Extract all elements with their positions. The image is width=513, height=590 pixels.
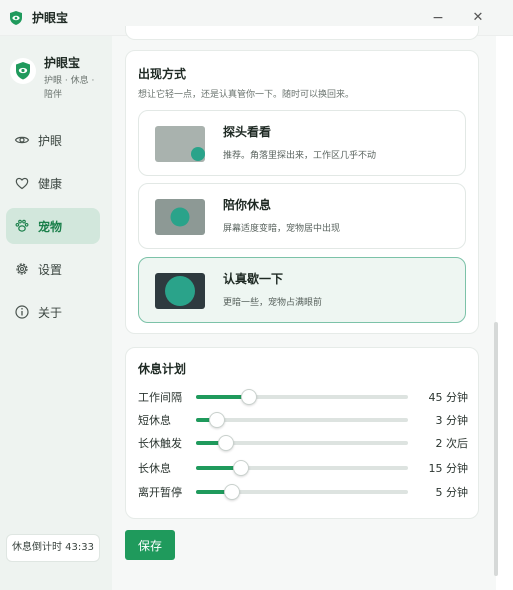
close-button[interactable]: ✕	[468, 8, 488, 28]
slider-handle[interactable]	[224, 484, 241, 500]
minimize-button[interactable]: −	[428, 8, 448, 28]
brand-name: 护眼宝	[44, 56, 81, 70]
save-button[interactable]: 保存	[125, 530, 175, 560]
plan-label: 离开暂停	[138, 486, 182, 499]
option-serious-break[interactable]: 认真歇一下 更暗一些，宠物占满眼前	[138, 257, 466, 323]
plan-row-long-break: 长休息 15 分钟	[138, 457, 468, 477]
plan-row-work-interval: 工作间隔 45 分钟	[138, 386, 468, 406]
option-title: 探头看看	[223, 125, 272, 139]
sidebar-item-about[interactable]: 关于	[6, 294, 100, 330]
option-desc: 屏幕适度变暗，宠物居中出现	[223, 224, 341, 234]
plan-label: 短休息	[138, 414, 171, 427]
option-desc: 推荐。角落里探出来，工作区几乎不动	[223, 151, 377, 161]
peek-preview-icon	[155, 126, 205, 162]
plan-value: 5 分钟	[435, 486, 469, 499]
plan-value: 3 分钟	[435, 414, 469, 427]
appearance-card: 出现方式 想让它轻一点，还是认真管你一下。随时可以换回来。 探头看看 推荐。角落…	[125, 50, 479, 334]
option-title: 陪你休息	[223, 198, 272, 212]
brand-tagline: 护眼 · 休息 · 陪伴	[44, 76, 95, 100]
plan-row-long-trigger: 长休触发 2 次后	[138, 432, 468, 452]
plan-label: 长休息	[138, 462, 171, 475]
scrollbar-thumb[interactable]	[494, 322, 498, 576]
scrollbar-track	[496, 36, 513, 590]
eye-icon	[14, 136, 30, 144]
plan-title: 休息计划	[138, 362, 187, 376]
app-logo-icon	[10, 10, 22, 25]
plan-row-away-pause: 离开暂停 5 分钟	[138, 481, 468, 501]
plan-value: 2 次后	[435, 437, 469, 450]
sidebar-item-settings[interactable]: 设置	[6, 251, 100, 287]
sidebar-item-eye-care[interactable]: 护眼	[6, 122, 100, 158]
sidebar-item-label: 关于	[38, 305, 63, 320]
brand-logo-icon	[10, 58, 36, 84]
sidebar-item-health[interactable]: 健康	[6, 165, 100, 201]
window-title: 护眼宝	[32, 11, 69, 25]
option-desc: 更暗一些，宠物占满眼前	[223, 298, 323, 308]
plan-label: 长休触发	[138, 437, 182, 450]
slider-track[interactable]	[196, 435, 408, 451]
option-rest-together[interactable]: 陪你休息 屏幕适度变暗，宠物居中出现	[138, 183, 466, 249]
brand: 护眼宝 护眼 · 休息 · 陪伴	[10, 54, 100, 102]
appearance-title: 出现方式	[138, 67, 187, 81]
slider-handle[interactable]	[232, 460, 249, 476]
plan-label: 工作间隔	[138, 391, 182, 404]
heart-icon	[15, 177, 29, 190]
sidebar-item-pet[interactable]: 宠物	[6, 208, 100, 244]
sidebar-item-label: 护眼	[38, 133, 63, 148]
slider-track[interactable]	[196, 412, 408, 428]
paw-icon	[15, 219, 29, 232]
plan-value: 15 分钟	[428, 462, 469, 475]
sidebar: 护眼宝 护眼 · 休息 · 陪伴 护眼 健康 宠物 设置 关于 休息倒计时 43…	[0, 36, 112, 590]
sidebar-item-label: 宠物	[38, 219, 63, 234]
slider-handle[interactable]	[217, 435, 234, 451]
option-peek[interactable]: 探头看看 推荐。角落里探出来，工作区几乎不动	[138, 110, 466, 176]
option-title: 认真歇一下	[223, 272, 284, 286]
plan-row-short-break: 短休息 3 分钟	[138, 409, 468, 429]
sidebar-item-label: 健康	[38, 176, 63, 191]
slider-handle[interactable]	[241, 389, 257, 405]
slider-handle[interactable]	[209, 412, 226, 428]
plan-value: 45 分钟	[428, 391, 469, 404]
slider-track[interactable]	[196, 484, 408, 500]
rest-preview-icon	[155, 199, 205, 235]
serious-preview-icon	[155, 273, 205, 309]
slider-track[interactable]	[196, 460, 408, 476]
rest-plan-card: 休息计划 工作间隔 45 分钟 短休息 3 分钟 长休触发 2 次后 长休息 1…	[125, 347, 479, 519]
sidebar-item-label: 设置	[38, 262, 63, 277]
break-countdown: 休息倒计时 43:33	[6, 534, 100, 562]
appearance-subtitle: 想让它轻一点，还是认真管你一下。随时可以换回来。	[138, 90, 355, 100]
info-icon	[15, 305, 29, 319]
slider-track[interactable]	[196, 389, 408, 405]
gear-icon	[16, 263, 28, 275]
previous-card-bottom	[125, 26, 479, 40]
